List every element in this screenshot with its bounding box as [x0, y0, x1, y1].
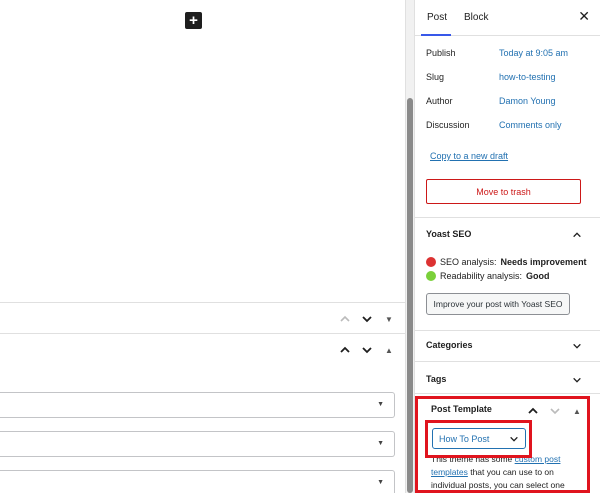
caret-down-icon: ▼: [377, 401, 384, 408]
discussion-button[interactable]: Comments only: [499, 120, 562, 130]
seo-analysis-status: SEO analysis: Needs improvement: [426, 257, 587, 267]
close-icon[interactable]: ✕: [578, 8, 590, 25]
copy-to-draft-link[interactable]: Copy to a new draft: [430, 151, 508, 161]
move-to-trash-button[interactable]: Move to trash: [426, 179, 581, 204]
divider: [415, 217, 600, 218]
editor-screen: + ▼ ▲ ▼ ▼ ▼ Post Block ✕ Publish Today a…: [0, 0, 600, 493]
improve-with-yoast-button[interactable]: Improve your post with Yoast SEO: [426, 293, 570, 315]
tab-block[interactable]: Block: [464, 12, 488, 23]
chevron-up-icon[interactable]: [572, 227, 584, 239]
publish-date-button[interactable]: Today at 9:05 am: [499, 48, 568, 58]
author-button[interactable]: Damon Young: [499, 96, 556, 106]
tags-panel-title[interactable]: Tags: [426, 374, 446, 384]
meta-select-3[interactable]: ▼: [0, 470, 395, 493]
active-tab-indicator: [421, 34, 451, 36]
sidebar-tabs: Post Block ✕: [415, 0, 600, 36]
readability-status: Readability analysis: Good: [426, 271, 550, 281]
editor-canvas: + ▼ ▲ ▼ ▼ ▼: [0, 0, 405, 493]
tab-post[interactable]: Post: [427, 12, 447, 23]
slug-button[interactable]: how-to-testing: [499, 72, 556, 82]
author-label: Author: [426, 96, 453, 106]
highlight-box-template-select: [425, 420, 532, 458]
divider: [415, 330, 600, 331]
caret-down-icon: ▼: [377, 479, 384, 486]
toggle-panel-icon[interactable]: ▲: [381, 342, 397, 358]
slug-label: Slug: [426, 72, 445, 82]
toggle-panel-icon[interactable]: ▼: [381, 311, 397, 327]
smile-face-icon: [426, 271, 436, 281]
move-up-icon[interactable]: [337, 342, 353, 358]
discussion-label: Discussion: [426, 120, 470, 130]
publish-label: Publish: [426, 48, 456, 58]
chevron-down-icon[interactable]: [572, 338, 584, 350]
yoast-panel-title[interactable]: Yoast SEO: [426, 229, 471, 239]
caret-down-icon: ▼: [377, 440, 384, 447]
sad-face-icon: [426, 257, 436, 267]
divider: [415, 393, 600, 394]
meta-select-1[interactable]: ▼: [0, 392, 395, 418]
seo-analysis-label: SEO analysis:: [440, 257, 497, 267]
meta-box-collapsed: ▼: [0, 302, 405, 334]
move-down-icon[interactable]: [359, 311, 375, 327]
readability-label: Readability analysis:: [440, 271, 523, 281]
chevron-down-icon[interactable]: [572, 372, 584, 384]
scrollbar-thumb[interactable]: [407, 98, 413, 493]
add-block-button[interactable]: +: [185, 12, 202, 29]
categories-panel-title[interactable]: Categories: [426, 340, 473, 350]
seo-analysis-value: Needs improvement: [500, 257, 587, 267]
move-up-icon[interactable]: [337, 311, 353, 327]
readability-value: Good: [526, 271, 550, 281]
move-down-icon[interactable]: [359, 342, 375, 358]
editor-scrollbar[interactable]: [405, 0, 415, 493]
meta-select-2[interactable]: ▼: [0, 431, 395, 457]
divider: [415, 361, 600, 362]
